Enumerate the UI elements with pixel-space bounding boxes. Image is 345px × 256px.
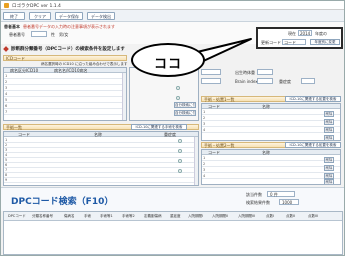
bubble-text: ココ — [153, 57, 182, 72]
speech-bubble: ココ — [131, 43, 205, 77]
application-window: ロゴラクDPC ver 1.1.4 終了 クリア データ保存 データ検出 患者基… — [0, 0, 345, 256]
speech-bubble-tail — [192, 38, 252, 64]
